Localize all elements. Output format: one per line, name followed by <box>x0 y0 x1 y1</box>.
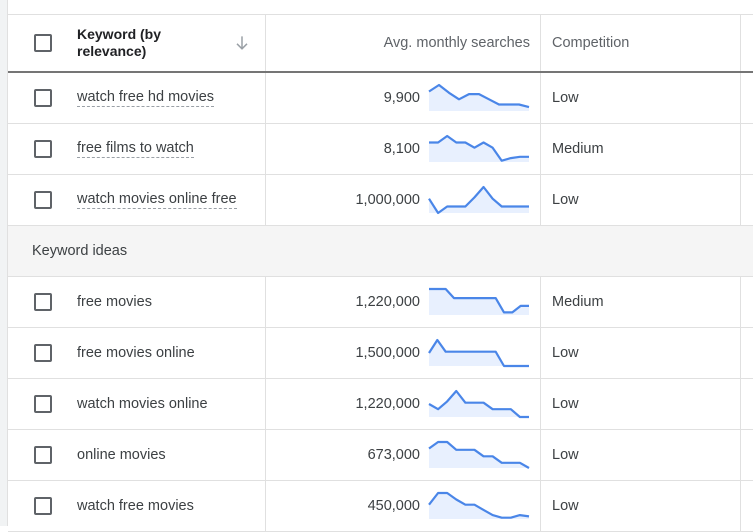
row-checkbox[interactable] <box>34 89 52 107</box>
keyword-cell: watch free movies <box>8 481 266 531</box>
competition-value: Low <box>552 90 579 106</box>
trend-sparkline[interactable] <box>428 82 530 114</box>
sparkline-area <box>429 340 529 366</box>
keyword-cell: free movies online <box>8 328 266 378</box>
searches-cell: 1,500,000 <box>266 328 541 378</box>
trend-sparkline[interactable] <box>428 184 530 216</box>
keyword-text[interactable]: free films to watch <box>77 140 194 158</box>
competition-value: Low <box>552 396 579 412</box>
competition-cell: Medium <box>541 124 741 174</box>
trend-sparkline[interactable] <box>428 388 530 420</box>
table-row: watch movies online 1,220,000 Low <box>8 379 753 430</box>
avg-monthly-searches: 1,220,000 <box>355 294 420 310</box>
avg-monthly-searches: 1,000,000 <box>355 192 420 208</box>
avg-monthly-searches: 450,000 <box>367 498 420 514</box>
trend-sparkline[interactable] <box>428 337 530 369</box>
row-checkbox[interactable] <box>34 140 52 158</box>
avg-monthly-searches: 673,000 <box>367 447 420 463</box>
keyword-header-label: Keyword (by relevance) <box>77 26 162 59</box>
row-checkbox[interactable] <box>34 191 52 209</box>
next-column-cell <box>741 277 753 327</box>
searches-cell: 9,900 <box>266 73 541 123</box>
keyword-text[interactable]: watch movies online free <box>77 191 237 209</box>
avg-monthly-searches: 1,500,000 <box>355 345 420 361</box>
arrow-down-icon[interactable] <box>232 33 252 53</box>
table-row: watch free movies 450,000 Low <box>8 481 753 532</box>
competition-cell: Low <box>541 430 741 480</box>
keyword-text: watch free movies <box>77 498 194 514</box>
searches-cell: 450,000 <box>266 481 541 531</box>
keyword-text[interactable]: watch free hd movies <box>77 89 215 107</box>
keyword-cell: watch free hd movies <box>8 73 266 123</box>
table-row: free movies online 1,500,000 Low <box>8 328 753 379</box>
row-checkbox[interactable] <box>34 395 52 413</box>
competition-value: Low <box>552 192 579 208</box>
competition-value: Low <box>552 345 579 361</box>
next-column-cell <box>741 430 753 480</box>
left-panel-edge <box>0 0 8 526</box>
avg-monthly-searches: 1,220,000 <box>355 396 420 412</box>
table-row: online movies 673,000 Low <box>8 430 753 481</box>
competition-cell: Low <box>541 379 741 429</box>
row-checkbox[interactable] <box>34 446 52 464</box>
competition-cell: Medium <box>541 277 741 327</box>
sparkline-area <box>429 442 529 468</box>
competition-value: Low <box>552 447 579 463</box>
entered-keywords-group: watch free hd movies 9,900 Low free films t… <box>8 73 753 226</box>
searches-cell: 1,220,000 <box>266 379 541 429</box>
table-row: free movies 1,220,000 Medium <box>8 277 753 328</box>
select-all-checkbox[interactable] <box>34 34 52 52</box>
trend-sparkline[interactable] <box>428 490 530 522</box>
searches-column-header[interactable]: Avg. monthly searches <box>266 15 541 71</box>
keyword-cell: watch movies online free <box>8 175 266 225</box>
next-column-cell <box>741 175 753 225</box>
keyword-table: Keyword (by relevance) Avg. monthly sear… <box>8 14 753 532</box>
next-column-cell <box>741 379 753 429</box>
row-checkbox[interactable] <box>34 344 52 362</box>
keyword-ideas-section-row: Keyword ideas <box>8 226 753 277</box>
keyword-cell: online movies <box>8 430 266 480</box>
avg-monthly-searches: 9,900 <box>383 90 420 106</box>
competition-column-header[interactable]: Competition <box>541 15 741 71</box>
searches-header-label: Avg. monthly searches <box>383 35 530 51</box>
competition-value: Medium <box>552 294 604 310</box>
keyword-column-header[interactable]: Keyword (by relevance) <box>8 15 266 71</box>
competition-cell: Low <box>541 175 741 225</box>
next-column-cell <box>741 124 753 174</box>
keyword-text: online movies <box>77 447 166 463</box>
keyword-text: free movies <box>77 294 152 310</box>
keyword-ideas-group: free movies 1,220,000 Medium free movies on… <box>8 277 753 532</box>
competition-value: Low <box>552 498 579 514</box>
keyword-text: free movies online <box>77 345 195 361</box>
competition-cell: Low <box>541 328 741 378</box>
searches-cell: 8,100 <box>266 124 541 174</box>
next-column-cell <box>741 481 753 531</box>
searches-cell: 1,220,000 <box>266 277 541 327</box>
competition-cell: Low <box>541 481 741 531</box>
trend-sparkline[interactable] <box>428 133 530 165</box>
sparkline-area <box>429 493 529 519</box>
avg-monthly-searches: 8,100 <box>383 141 420 157</box>
competition-cell: Low <box>541 73 741 123</box>
next-column-cell <box>741 73 753 123</box>
trend-sparkline[interactable] <box>428 286 530 318</box>
table-row: watch movies online free 1,000,000 Low <box>8 175 753 226</box>
table-header-row: Keyword (by relevance) Avg. monthly sear… <box>8 15 753 73</box>
row-checkbox[interactable] <box>34 293 52 311</box>
next-column-header <box>741 15 753 71</box>
keyword-text: watch movies online <box>77 396 208 412</box>
keyword-cell: watch movies online <box>8 379 266 429</box>
next-column-cell <box>741 328 753 378</box>
trend-sparkline[interactable] <box>428 439 530 471</box>
searches-cell: 673,000 <box>266 430 541 480</box>
keyword-cell: free films to watch <box>8 124 266 174</box>
competition-value: Medium <box>552 141 604 157</box>
row-checkbox[interactable] <box>34 497 52 515</box>
section-label: Keyword ideas <box>32 243 128 259</box>
table-row: watch free hd movies 9,900 Low <box>8 73 753 124</box>
keyword-cell: free movies <box>8 277 266 327</box>
competition-header-label: Competition <box>552 35 630 51</box>
table-row: free films to watch 8,100 Medium <box>8 124 753 175</box>
searches-cell: 1,000,000 <box>266 175 541 225</box>
